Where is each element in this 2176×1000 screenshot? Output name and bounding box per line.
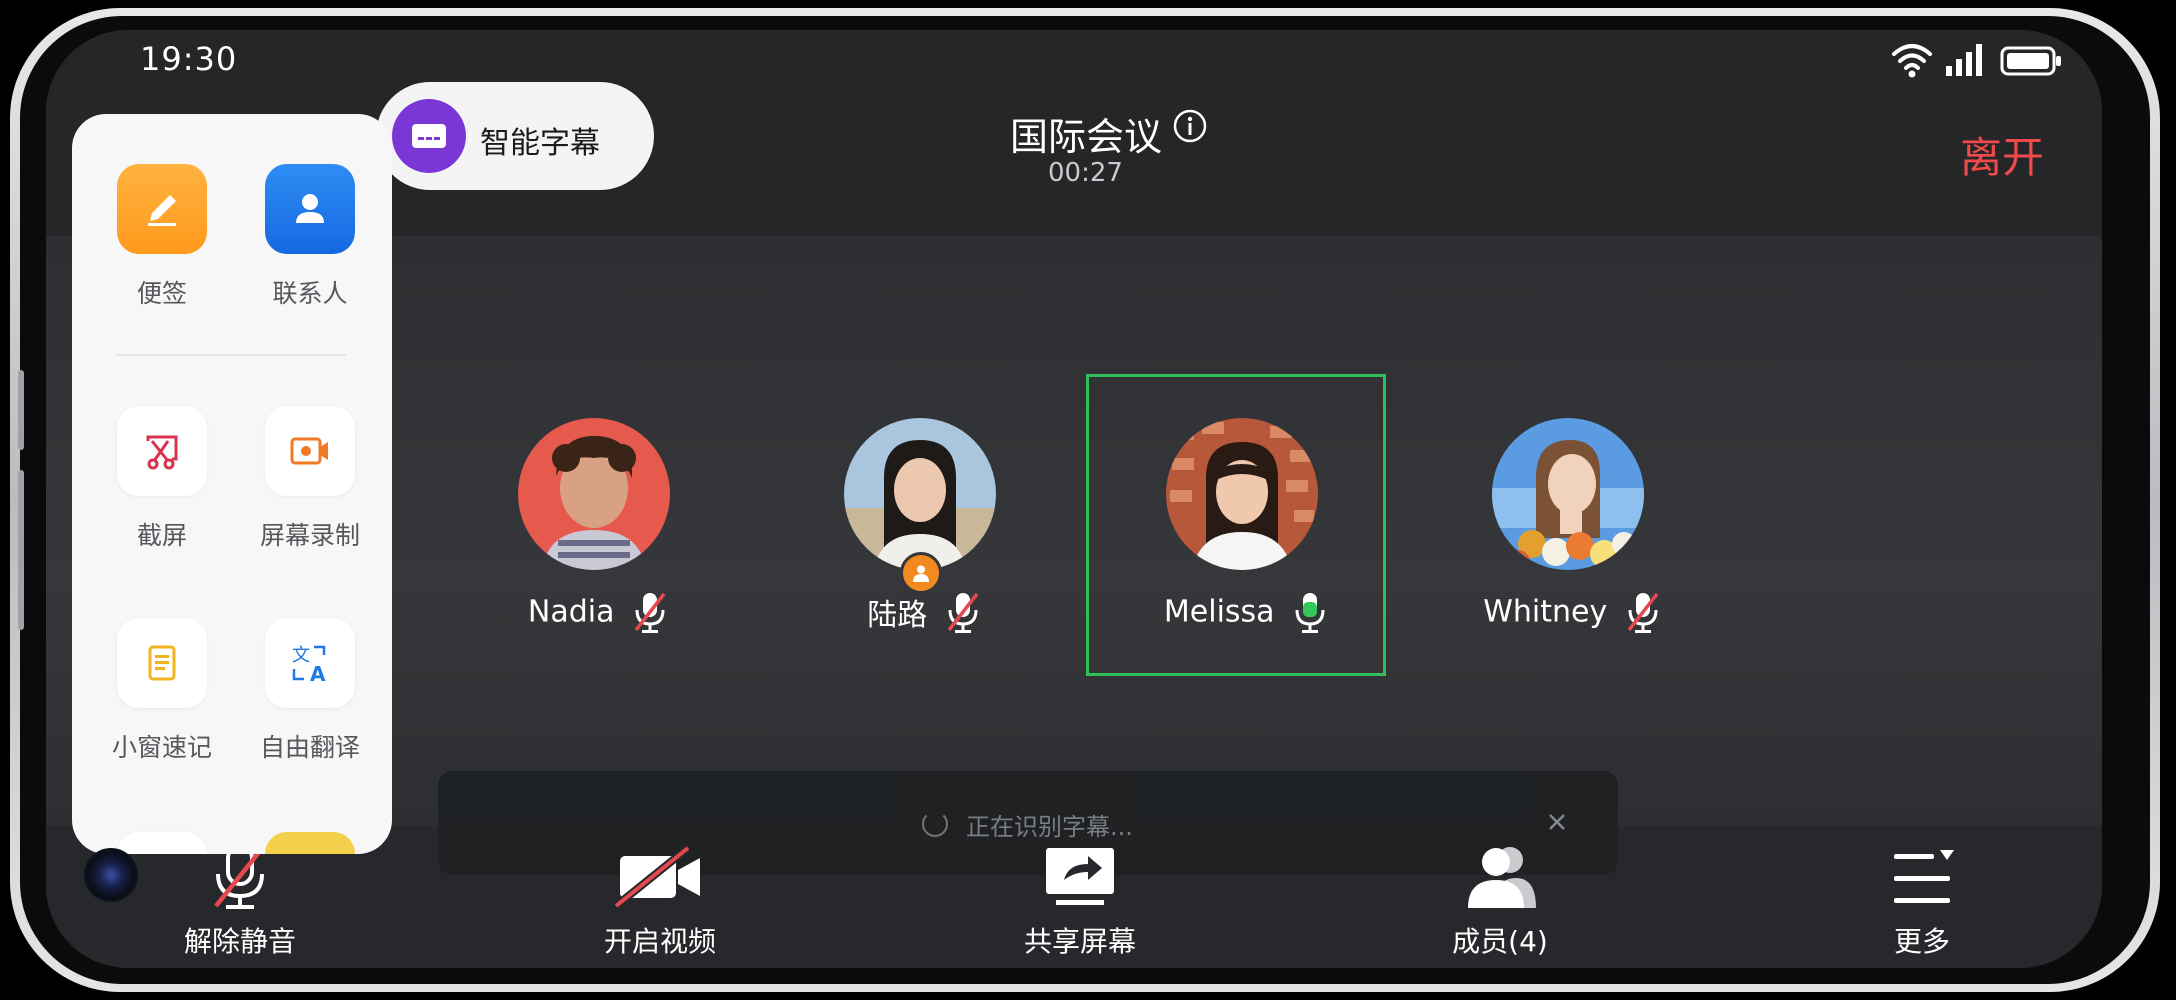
smart-captions-label: 智能字幕 [480, 126, 600, 161]
participant-name-row: Whitney [1422, 590, 1722, 634]
participant-tile[interactable]: Melissa [1096, 390, 1376, 660]
participant-name: Melissa [1163, 594, 1275, 630]
leave-button[interactable]: 离开 [1960, 124, 2044, 185]
loading-spinner-icon [922, 811, 948, 837]
tool-screenshot[interactable]: 截屏 [92, 406, 232, 552]
participant-name-row: 陆路 [774, 590, 1074, 634]
svg-text:A: A [310, 662, 326, 686]
video-off-icon [613, 844, 700, 910]
translate-icon: 文 A [265, 618, 355, 708]
caption-status-text: 正在识别字幕... [966, 813, 1133, 841]
tool-contacts-label: 联系人 [272, 279, 348, 308]
tool-quick-note[interactable]: 小窗速记 [92, 618, 232, 764]
unmute-button[interactable]: 解除静音 [160, 842, 320, 960]
participant-tile[interactable]: 陆路 [774, 390, 1054, 660]
side-button [18, 470, 24, 630]
participant-name: Whitney [1483, 594, 1608, 630]
tool-more-item[interactable] [240, 832, 380, 854]
close-icon[interactable] [1542, 807, 1572, 837]
mic-active-icon [1295, 593, 1325, 633]
participant-tile[interactable]: Whitney [1422, 390, 1702, 660]
start-video-button[interactable]: 开启视频 [580, 842, 740, 960]
participant-tile[interactable]: Nadia [448, 390, 728, 660]
participant-name: 陆路 [867, 598, 928, 633]
svg-text:文: 文 [292, 645, 310, 666]
battery-icon [2000, 46, 2061, 76]
tool-contacts[interactable]: 联系人 [240, 164, 380, 310]
avatar [1492, 418, 1644, 570]
tool-notes-label: 便签 [136, 279, 187, 308]
avatar [844, 418, 996, 570]
share-screen-button[interactable]: 共享屏幕 [1000, 842, 1160, 960]
tool-screen-record-label: 屏幕录制 [259, 521, 360, 550]
mic-muted-icon [1627, 592, 1659, 633]
screenshot-icon [117, 406, 207, 496]
tool-screenshot-label: 截屏 [136, 521, 187, 550]
notes-icon [117, 164, 207, 254]
smart-captions-button[interactable]: 智能字幕 [376, 82, 654, 190]
members-button[interactable]: 成员(4) [1420, 842, 1580, 960]
tool-translate-label: 自由翻译 [259, 733, 360, 762]
host-badge-icon [900, 552, 942, 594]
app-tile-icon [117, 832, 207, 854]
mic-muted-icon [634, 592, 666, 633]
info-icon[interactable] [1172, 108, 1208, 144]
quick-note-icon [117, 618, 207, 708]
app-tile-icon [265, 832, 355, 854]
unmute-label: 解除静音 [183, 925, 296, 958]
avatar [518, 418, 670, 570]
more-menu-icon [1894, 850, 1954, 903]
wifi-icon [1892, 44, 1932, 78]
participant-name: Nadia [527, 594, 615, 630]
share-screen-label: 共享屏幕 [1023, 925, 1136, 958]
tool-quick-note-label: 小窗速记 [111, 733, 212, 762]
status-time: 19:30 [140, 40, 238, 78]
side-button [18, 370, 24, 450]
status-icons [1890, 40, 2080, 80]
avatar [1166, 418, 1318, 570]
members-icon [1468, 847, 1536, 908]
participant-name-row: Melissa [1096, 590, 1396, 634]
meeting-elapsed-time: 00:27 [1048, 158, 1123, 188]
start-video-label: 开启视频 [603, 925, 716, 958]
meeting-title: 国际会议 [1010, 115, 1163, 159]
tool-screen-record[interactable]: 屏幕录制 [240, 406, 380, 552]
signal-icon [1946, 44, 1982, 76]
screen-record-icon [265, 406, 355, 496]
tool-translate[interactable]: 文 A 自由翻译 [240, 618, 380, 764]
panel-divider [116, 354, 346, 356]
participant-name-row: Nadia [448, 590, 748, 634]
captions-icon [392, 99, 466, 173]
more-button[interactable]: 更多 [1842, 842, 2002, 960]
more-label: 更多 [1893, 925, 1950, 958]
members-label: 成员(4) [1452, 925, 1548, 958]
side-tools-panel: 便签 联系人 截屏 屏幕录制 小窗速记 文 A 自由翻译 [72, 114, 392, 854]
tool-notes[interactable]: 便签 [92, 164, 232, 310]
share-screen-icon [1046, 848, 1114, 905]
front-camera [84, 848, 138, 902]
mic-muted-icon [947, 592, 979, 633]
contacts-icon [265, 164, 355, 254]
